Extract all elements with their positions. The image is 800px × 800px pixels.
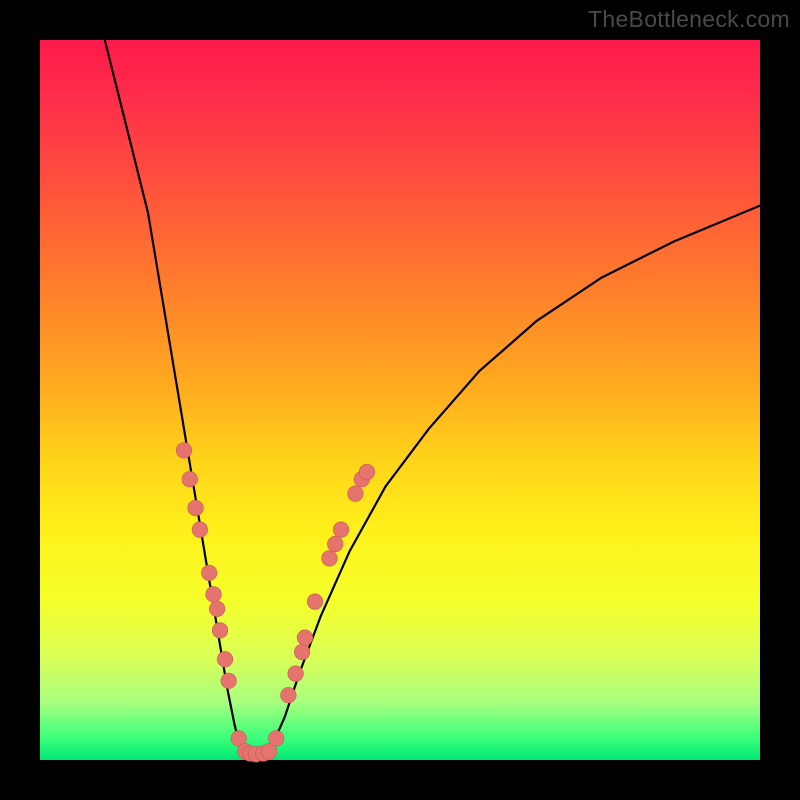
highlight-point (294, 644, 310, 660)
chart-frame: TheBottleneck.com (0, 0, 800, 800)
highlight-point (176, 443, 192, 459)
highlight-point (201, 565, 217, 581)
series-group (105, 40, 760, 757)
highlight-point (206, 587, 222, 603)
plot-area (40, 40, 760, 760)
marker-group (176, 443, 374, 762)
highlight-point (288, 666, 304, 682)
watermark-text: TheBottleneck.com (588, 6, 790, 33)
highlight-point (212, 623, 228, 639)
highlight-point (348, 486, 364, 502)
highlight-point (281, 687, 297, 703)
highlight-point (209, 601, 225, 617)
highlight-point (192, 522, 208, 538)
highlight-point (297, 630, 313, 646)
bottleneck-curve (105, 40, 760, 757)
curve-layer (40, 40, 760, 760)
highlight-point (188, 500, 204, 516)
highlight-point (307, 594, 323, 610)
highlight-point (333, 522, 349, 538)
highlight-point (221, 673, 237, 689)
highlight-point (268, 731, 284, 747)
highlight-point (322, 551, 338, 567)
highlight-point (327, 536, 343, 552)
highlight-point (182, 471, 198, 487)
highlight-point (359, 464, 375, 480)
highlight-point (217, 651, 233, 667)
